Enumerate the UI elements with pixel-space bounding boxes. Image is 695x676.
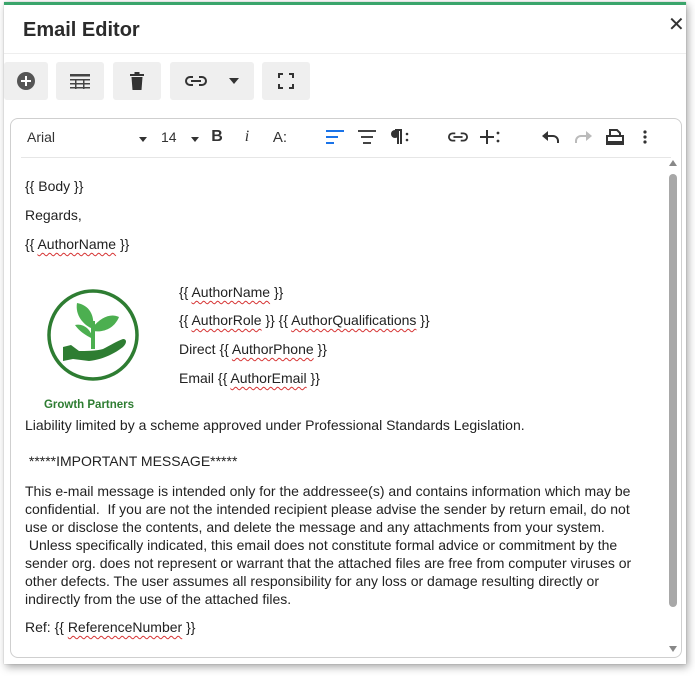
author-name-line: {{ AuthorName }} [25,236,130,252]
delete-button[interactable] [113,62,161,100]
disclaimer-line: use or disclose the contents, and delete… [25,519,605,535]
chevron-down-icon[interactable] [229,78,239,84]
text-size-button[interactable]: A: [269,127,291,147]
disclaimer-line: This e-mail message is intended only for… [25,483,631,499]
editor-toolbar: Arial 14 B i A: [11,119,681,155]
table-icon [69,73,91,89]
disclaimer-line: indirectly from the use of the attached … [25,591,292,607]
logo-text: Growth Partners [43,399,135,411]
font-size-select[interactable]: 14 [161,127,199,147]
growth-partners-logo [45,287,165,407]
add-button[interactable] [4,62,48,100]
font-family-value: Arial [27,129,56,145]
chevron-down-icon [191,129,199,145]
scroll-up-arrow[interactable] [669,160,677,166]
font-size-value: 14 [161,129,177,145]
redo-icon[interactable] [573,127,593,147]
rich-text-editor: Arial 14 B i A: {{Body}} Regards, {{A… [10,118,682,658]
link-icon[interactable] [447,127,469,147]
body-placeholder: {{ Body }} [25,178,84,194]
disclaimer-line: other defects. The user assumes all resp… [25,573,600,589]
link-icon [185,75,207,87]
toolbar-divider [21,157,671,158]
scroll-down-arrow[interactable] [669,646,677,652]
italic-button[interactable]: i [239,127,255,147]
dialog-title: Email Editor [23,19,140,41]
undo-icon[interactable] [541,127,561,147]
paragraph-format-icon[interactable] [389,127,411,147]
disclaimer-line: Unless specifically indicated, this emai… [25,537,618,553]
signature-name: {{ AuthorName }} [179,284,284,300]
regards-line: Regards, [25,207,82,223]
disclaimer-line: sender org. does not represent or warran… [25,555,632,571]
insert-more-icon[interactable] [479,127,501,147]
add-circle-icon [16,71,36,91]
reference-line: Ref: {{ ReferenceNumber }} [25,619,196,635]
chevron-down-icon [139,129,147,145]
delete-icon [129,72,145,90]
link-button[interactable] [170,62,254,100]
signature-phone: Direct {{ AuthorPhone }} [179,341,327,357]
fullscreen-icon [278,73,294,89]
disclaimer-line: confidential. If you are not the intende… [25,501,630,517]
scrollbar-thumb[interactable] [669,174,677,607]
align-center-icon[interactable] [357,127,377,147]
more-vertical-icon[interactable] [639,127,651,147]
bold-button[interactable]: B [207,127,227,147]
fullscreen-button[interactable] [262,62,310,100]
signature-role: {{ AuthorRole }} {{ AuthorQualifications… [179,312,430,328]
close-icon[interactable]: ✕ [668,15,685,35]
font-family-select[interactable]: Arial [27,127,147,147]
print-icon[interactable] [605,127,625,147]
important-heading: *****IMPORTANT MESSAGE***** [25,453,238,469]
signature-email: Email {{ AuthorEmail }} [179,370,320,386]
email-editor-dialog: Email Editor ✕ Arial 14 B i A: {{Body}… [4,2,686,664]
insert-table-button[interactable] [56,62,104,100]
liability-line: Liability limited by a scheme approved u… [25,417,525,433]
align-left-icon[interactable] [325,127,345,147]
title-divider [4,53,686,54]
